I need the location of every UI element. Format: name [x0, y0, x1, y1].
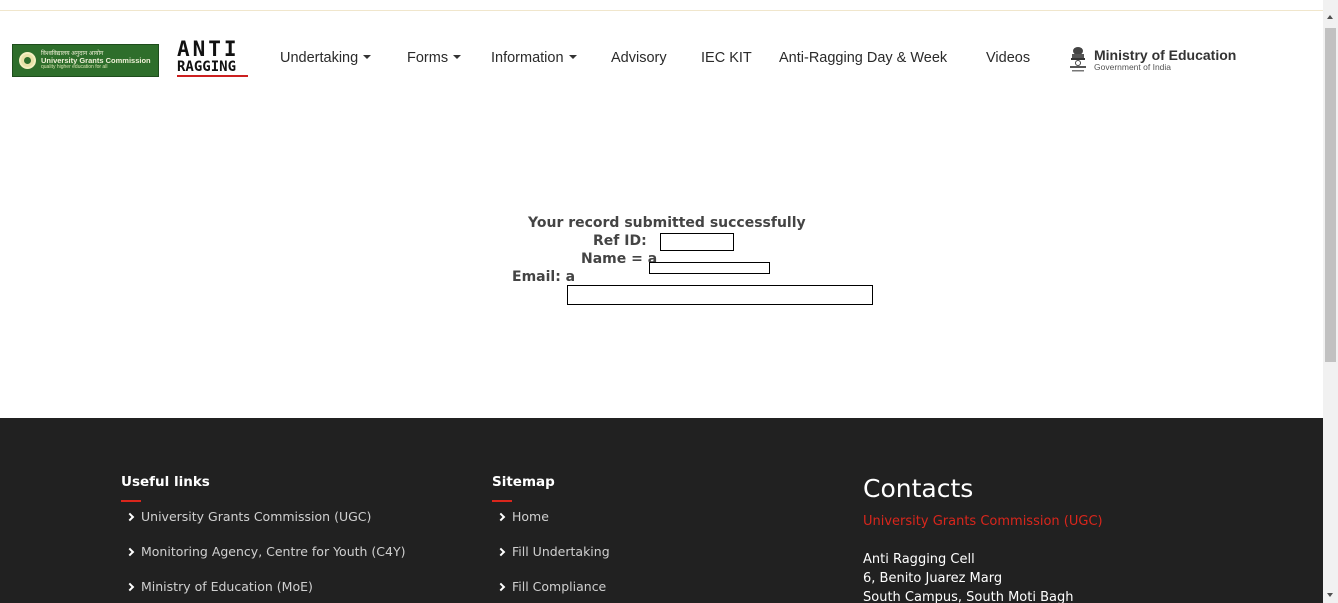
- caret-down-icon: [453, 55, 462, 60]
- page-scrollbar[interactable]: [1323, 0, 1338, 603]
- contacts-org[interactable]: University Grants Commission (UGC): [863, 514, 1103, 529]
- useful-link-ugc[interactable]: University Grants Commission (UGC): [121, 508, 405, 543]
- chevron-right-icon: [125, 512, 135, 522]
- anti-ragging-logo[interactable]: ANTI RAGGING: [177, 39, 251, 79]
- contacts-heading: Contacts: [863, 474, 974, 503]
- useful-link-c4y[interactable]: Monitoring Agency, Centre for Youth (C4Y…: [121, 543, 405, 578]
- scrollbar-thumb[interactable]: [1325, 28, 1336, 362]
- contacts-address: Anti Ragging Cell 6, Benito Juarez Marg …: [863, 550, 1073, 603]
- address-line: 6, Benito Juarez Marg: [863, 571, 1003, 586]
- nav-forms[interactable]: Forms: [407, 50, 462, 66]
- sitemap-link-fill-compliance[interactable]: Fill Compliance: [492, 578, 610, 603]
- scroll-up-arrow-icon[interactable]: [1323, 10, 1338, 25]
- moe-logo[interactable]: Ministry of Education Government of Indi…: [1068, 43, 1236, 77]
- site-footer: Useful links University Grants Commissio…: [0, 418, 1323, 603]
- nav-anti-ragging-day-week[interactable]: Anti-Ragging Day & Week: [779, 50, 947, 66]
- useful-links-list: University Grants Commission (UGC) Monit…: [121, 508, 405, 603]
- chevron-right-icon: [125, 547, 135, 557]
- nav-iec-kit[interactable]: IEC KIT: [701, 50, 752, 66]
- moe-subtitle: Government of India: [1094, 61, 1172, 72]
- moe-title: Ministry of Education: [1094, 47, 1237, 64]
- sitemap-link-fill-undertaking[interactable]: Fill Undertaking: [492, 543, 610, 578]
- useful-links-column: Useful links University Grants Commissio…: [121, 474, 405, 603]
- ugc-logo[interactable]: विश्वविद्यालय अनुदान आयोग University Gra…: [12, 44, 159, 77]
- sitemap-list: Home Fill Undertaking Fill Compliance: [492, 508, 610, 603]
- nav-advisory[interactable]: Advisory: [611, 50, 667, 66]
- chevron-right-icon: [125, 582, 135, 592]
- ugc-emblem-icon: [19, 52, 36, 69]
- address-line: South Campus, South Moti Bagh: [863, 590, 1074, 603]
- ref-id-label: Ref ID:: [593, 233, 647, 249]
- useful-link-moe[interactable]: Ministry of Education (MoE): [121, 578, 405, 603]
- anti-ragging-logo-line2: RAGGING: [177, 59, 248, 77]
- chevron-right-icon: [496, 582, 506, 592]
- sitemap-column: Sitemap Home Fill Undertaking Fill Compl…: [492, 474, 610, 603]
- chevron-right-icon: [496, 512, 506, 522]
- caret-down-icon: [568, 55, 577, 60]
- scroll-down-arrow-icon[interactable]: [1323, 588, 1338, 603]
- top-border: [0, 10, 1323, 11]
- caret-down-icon: [363, 55, 372, 60]
- heading-underline: [121, 500, 141, 502]
- email-label: Email: a: [512, 269, 576, 285]
- site-header: विश्वविद्यालय अनुदान आयोग University Gra…: [0, 30, 1323, 90]
- ugc-logo-tagline: quality higher education for all: [41, 63, 108, 70]
- heading-underline: [492, 500, 512, 502]
- ashoka-emblem-icon: [1070, 47, 1086, 72]
- sitemap-link-home[interactable]: Home: [492, 508, 610, 543]
- name-redaction: [649, 262, 770, 274]
- address-line: Anti Ragging Cell: [863, 552, 975, 567]
- nav-undertaking[interactable]: Undertaking: [280, 50, 372, 66]
- email-redaction: [567, 285, 873, 305]
- useful-links-heading: Useful links: [121, 474, 210, 490]
- nav-information[interactable]: Information: [491, 50, 577, 66]
- nav-videos[interactable]: Videos: [986, 50, 1030, 66]
- name-label: Name = a: [581, 251, 658, 267]
- success-message: Your record submitted successfully: [528, 215, 806, 231]
- sitemap-heading: Sitemap: [492, 474, 555, 490]
- chevron-right-icon: [496, 547, 506, 557]
- anti-ragging-logo-line1: ANTI: [177, 37, 240, 61]
- ref-id-redaction: [660, 233, 734, 251]
